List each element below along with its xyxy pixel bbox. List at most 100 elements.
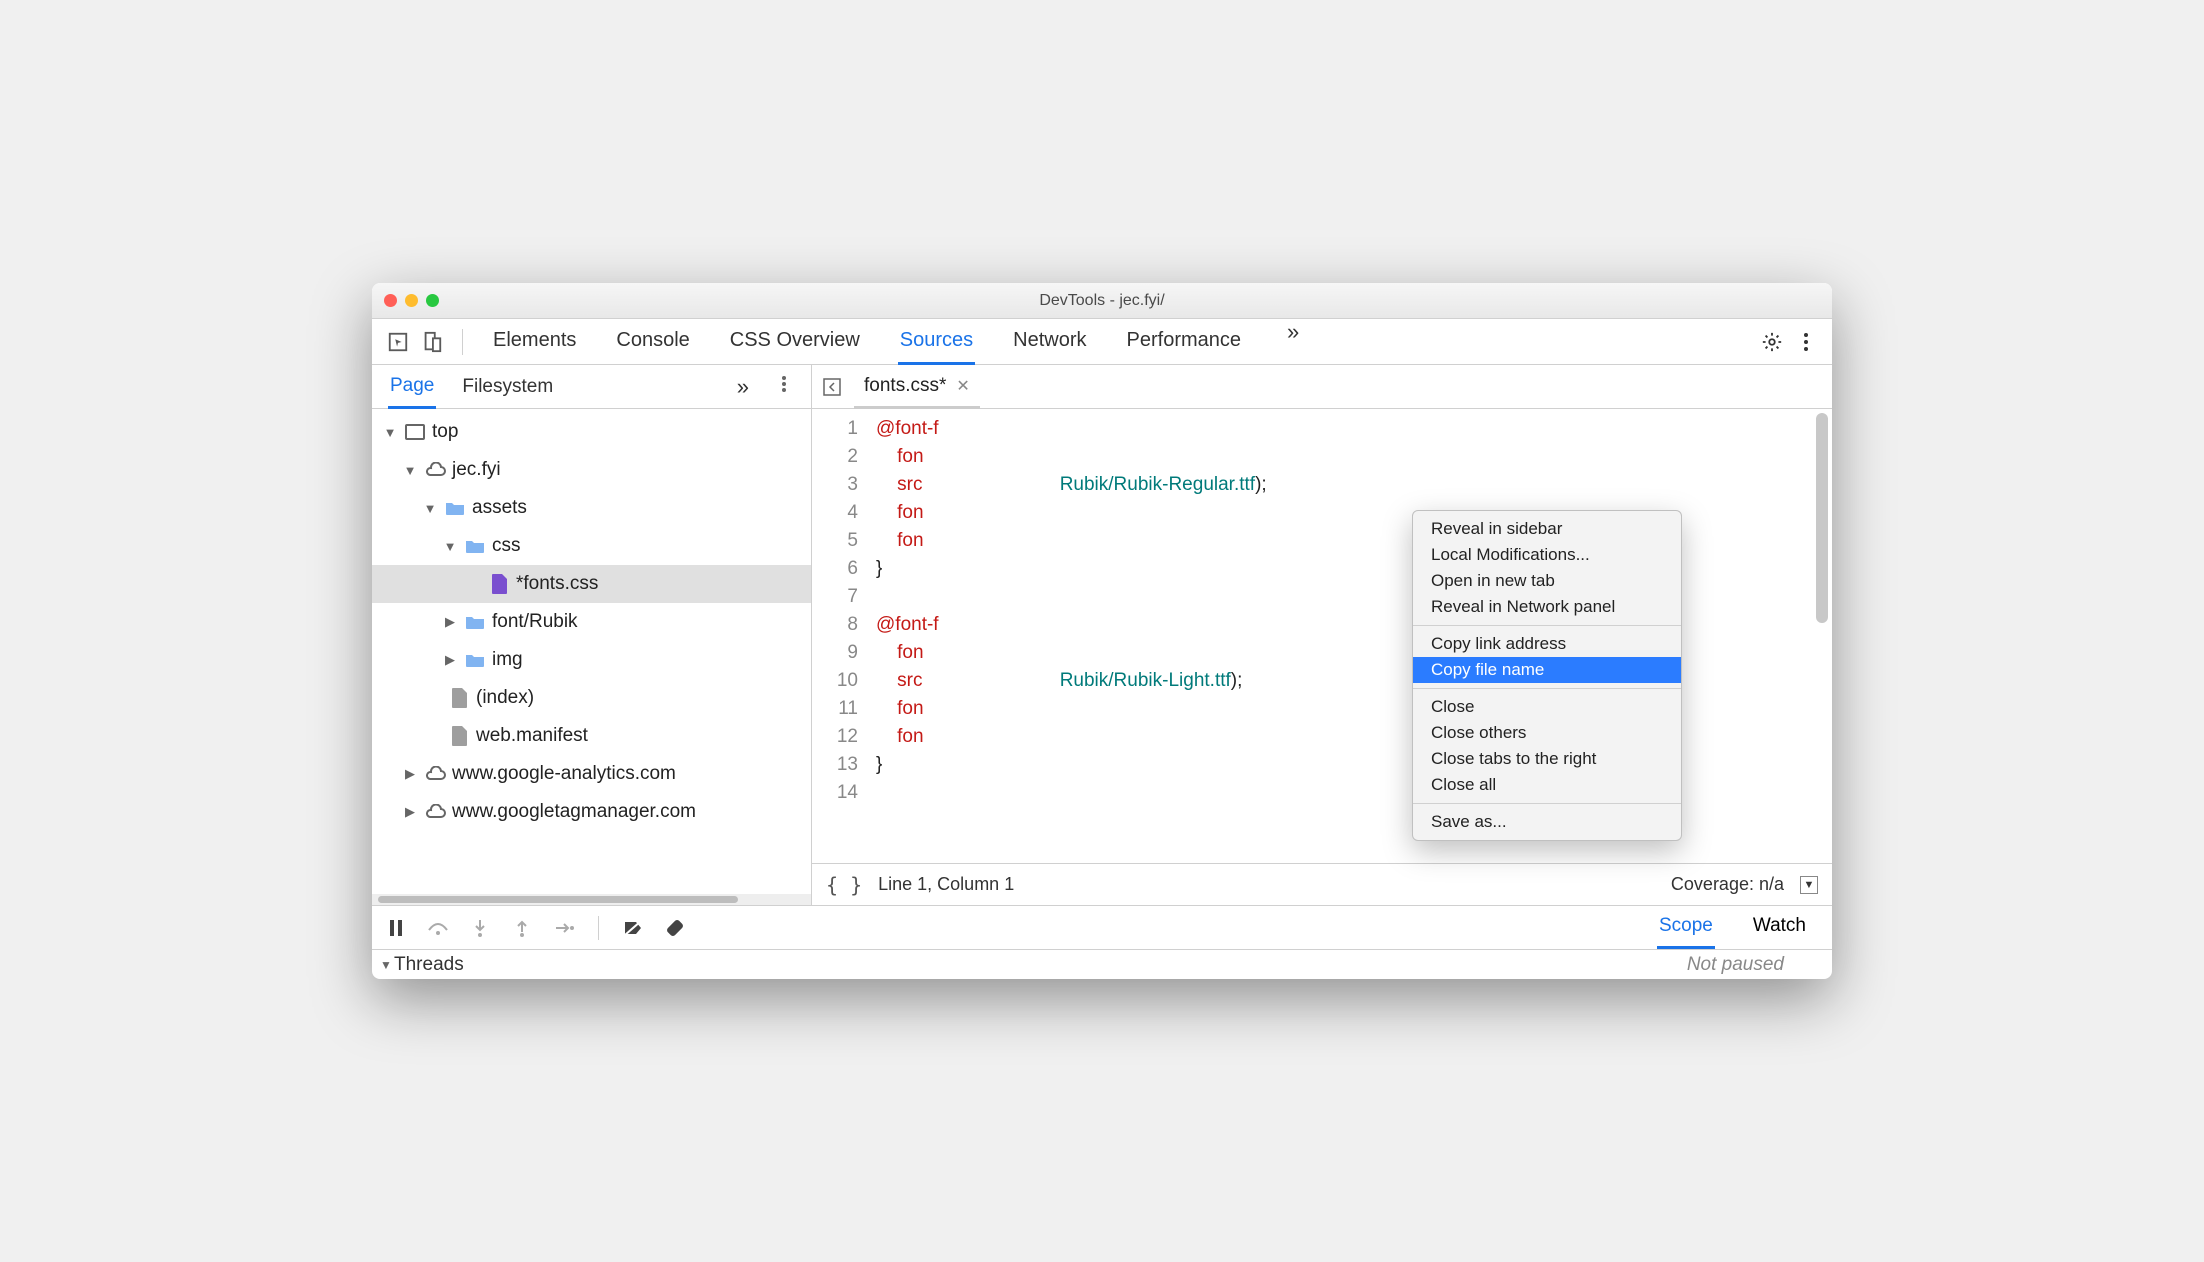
- chevron-down-icon: ▼: [442, 539, 458, 554]
- ctx-reveal-sidebar[interactable]: Reveal in sidebar: [1413, 516, 1681, 542]
- separator: [462, 329, 463, 355]
- ctx-close-all[interactable]: Close all: [1413, 772, 1681, 798]
- chevron-down-icon[interactable]: ▼: [380, 958, 394, 972]
- tree-font-rubik[interactable]: ▶ font/Rubik: [372, 603, 811, 641]
- cursor-position: Line 1, Column 1: [878, 874, 1014, 895]
- tree-label: img: [492, 649, 523, 671]
- ctx-copy-link[interactable]: Copy link address: [1413, 631, 1681, 657]
- cloud-icon: [424, 763, 446, 785]
- file-icon: [448, 725, 470, 747]
- tree-label: assets: [472, 497, 527, 519]
- sidebar-tab-page[interactable]: Page: [388, 366, 436, 409]
- ctx-copy-file-name[interactable]: Copy file name: [1413, 657, 1681, 683]
- tree-css-folder[interactable]: ▼ css: [372, 527, 811, 565]
- sidebar-tabs-overflow-icon[interactable]: »: [737, 374, 749, 400]
- tabs-overflow-icon[interactable]: »: [1279, 319, 1307, 364]
- tree-label: web.manifest: [476, 725, 588, 747]
- cloud-icon: [424, 459, 446, 481]
- context-menu: Reveal in sidebar Local Modifications...…: [1412, 510, 1682, 841]
- chevron-right-icon: ▶: [442, 614, 458, 630]
- minimize-window-button[interactable]: [405, 294, 418, 307]
- tree-ga[interactable]: ▶ www.google-analytics.com: [372, 755, 811, 793]
- tree-fonts-css[interactable]: *fonts.css: [372, 565, 811, 603]
- step-over-icon[interactable]: [426, 916, 450, 940]
- ctx-open-new-tab[interactable]: Open in new tab: [1413, 568, 1681, 594]
- pause-icon[interactable]: [384, 916, 408, 940]
- chevron-right-icon: ▶: [402, 804, 418, 820]
- editor-scrollbar[interactable]: [1816, 413, 1828, 623]
- sidebar-tab-filesystem[interactable]: Filesystem: [460, 367, 555, 407]
- tree-domain[interactable]: ▼ jec.fyi: [372, 451, 811, 489]
- status-dropdown-icon[interactable]: ▼: [1800, 876, 1818, 894]
- separator: [1413, 803, 1681, 804]
- sidebar-scrollbar[interactable]: [372, 894, 811, 905]
- tab-elements[interactable]: Elements: [491, 319, 578, 364]
- kebab-menu-icon[interactable]: [1792, 328, 1820, 356]
- ctx-reveal-network[interactable]: Reveal in Network panel: [1413, 594, 1681, 620]
- tree-web-manifest[interactable]: web.manifest: [372, 717, 811, 755]
- code-content[interactable]: @font-f fon src Rubik/Rubik-Regular.ttf)…: [868, 409, 1832, 863]
- debug-tab-scope[interactable]: Scope: [1657, 906, 1715, 949]
- format-button[interactable]: { }: [826, 873, 862, 897]
- gear-icon[interactable]: [1758, 328, 1786, 356]
- chevron-down-icon: ▼: [402, 463, 418, 478]
- folder-icon: [464, 611, 486, 633]
- deactivate-breakpoints-icon[interactable]: [621, 916, 645, 940]
- gutter: 1 2 3 4 5 6 7 8 9 10 11 12 13 14: [812, 409, 868, 863]
- tab-network[interactable]: Network: [1011, 319, 1088, 364]
- sidebar: Page Filesystem » ▼ top ▼ jec.fyi ▼: [372, 365, 812, 905]
- sidebar-kebab-icon[interactable]: [773, 375, 795, 399]
- sidebar-tabs: Page Filesystem »: [372, 365, 811, 409]
- file-tree: ▼ top ▼ jec.fyi ▼ assets ▼ css: [372, 409, 811, 894]
- tree-img-folder[interactable]: ▶ img: [372, 641, 811, 679]
- tree-label: top: [432, 421, 458, 443]
- cloud-icon: [424, 801, 446, 823]
- sidebar-toggle-icon[interactable]: [820, 375, 844, 399]
- step-into-icon[interactable]: [468, 916, 492, 940]
- chevron-right-icon: ▶: [442, 652, 458, 668]
- tree-gtm[interactable]: ▶ www.googletagmanager.com: [372, 793, 811, 831]
- editor-tab-fonts-css[interactable]: fonts.css* ✕: [854, 366, 980, 409]
- editor-pane: fonts.css* ✕ 1 2 3 4 5 6 7 8 9 10 11 12 …: [812, 365, 1832, 905]
- separator: [1413, 625, 1681, 626]
- tree-index[interactable]: (index): [372, 679, 811, 717]
- ctx-save-as[interactable]: Save as...: [1413, 809, 1681, 835]
- debug-tab-watch[interactable]: Watch: [1751, 906, 1808, 949]
- tree-label: www.googletagmanager.com: [452, 801, 696, 823]
- main-toolbar: Elements Console CSS Overview Sources Ne…: [372, 319, 1832, 365]
- threads-label[interactable]: Threads: [394, 954, 464, 976]
- tab-performance[interactable]: Performance: [1125, 319, 1244, 364]
- body: Page Filesystem » ▼ top ▼ jec.fyi ▼: [372, 365, 1832, 905]
- tab-console[interactable]: Console: [614, 319, 691, 364]
- window-title: DevTools - jec.fyi/: [372, 292, 1832, 310]
- folder-icon: [464, 535, 486, 557]
- tab-sources[interactable]: Sources: [898, 319, 975, 365]
- tree-assets[interactable]: ▼ assets: [372, 489, 811, 527]
- ctx-close-others[interactable]: Close others: [1413, 720, 1681, 746]
- ctx-local-modifications[interactable]: Local Modifications...: [1413, 542, 1681, 568]
- device-icon[interactable]: [418, 328, 446, 356]
- pause-exceptions-icon[interactable]: [663, 916, 687, 940]
- titlebar: DevTools - jec.fyi/: [372, 283, 1832, 319]
- debugger-toolbar: Scope Watch: [372, 905, 1832, 949]
- debugger-tabs: Scope Watch: [1633, 906, 1832, 949]
- maximize-window-button[interactable]: [426, 294, 439, 307]
- close-icon[interactable]: ✕: [956, 376, 969, 396]
- step-out-icon[interactable]: [510, 916, 534, 940]
- frame-icon: [404, 421, 426, 443]
- chevron-down-icon: ▼: [382, 425, 398, 440]
- tree-label: font/Rubik: [492, 611, 578, 633]
- chevron-right-icon: ▶: [402, 766, 418, 782]
- ctx-close-right[interactable]: Close tabs to the right: [1413, 746, 1681, 772]
- tree-label: www.google-analytics.com: [452, 763, 676, 785]
- tree-top[interactable]: ▼ top: [372, 413, 811, 451]
- ctx-close[interactable]: Close: [1413, 694, 1681, 720]
- devtools-window: DevTools - jec.fyi/ Elements Console CSS…: [372, 283, 1832, 979]
- debugger-status: Not paused: [1687, 954, 1824, 976]
- tab-css-overview[interactable]: CSS Overview: [728, 319, 862, 364]
- separator: [1413, 688, 1681, 689]
- coverage-label: Coverage: n/a: [1671, 874, 1784, 895]
- step-icon[interactable]: [552, 916, 576, 940]
- close-window-button[interactable]: [384, 294, 397, 307]
- inspect-icon[interactable]: [384, 328, 412, 356]
